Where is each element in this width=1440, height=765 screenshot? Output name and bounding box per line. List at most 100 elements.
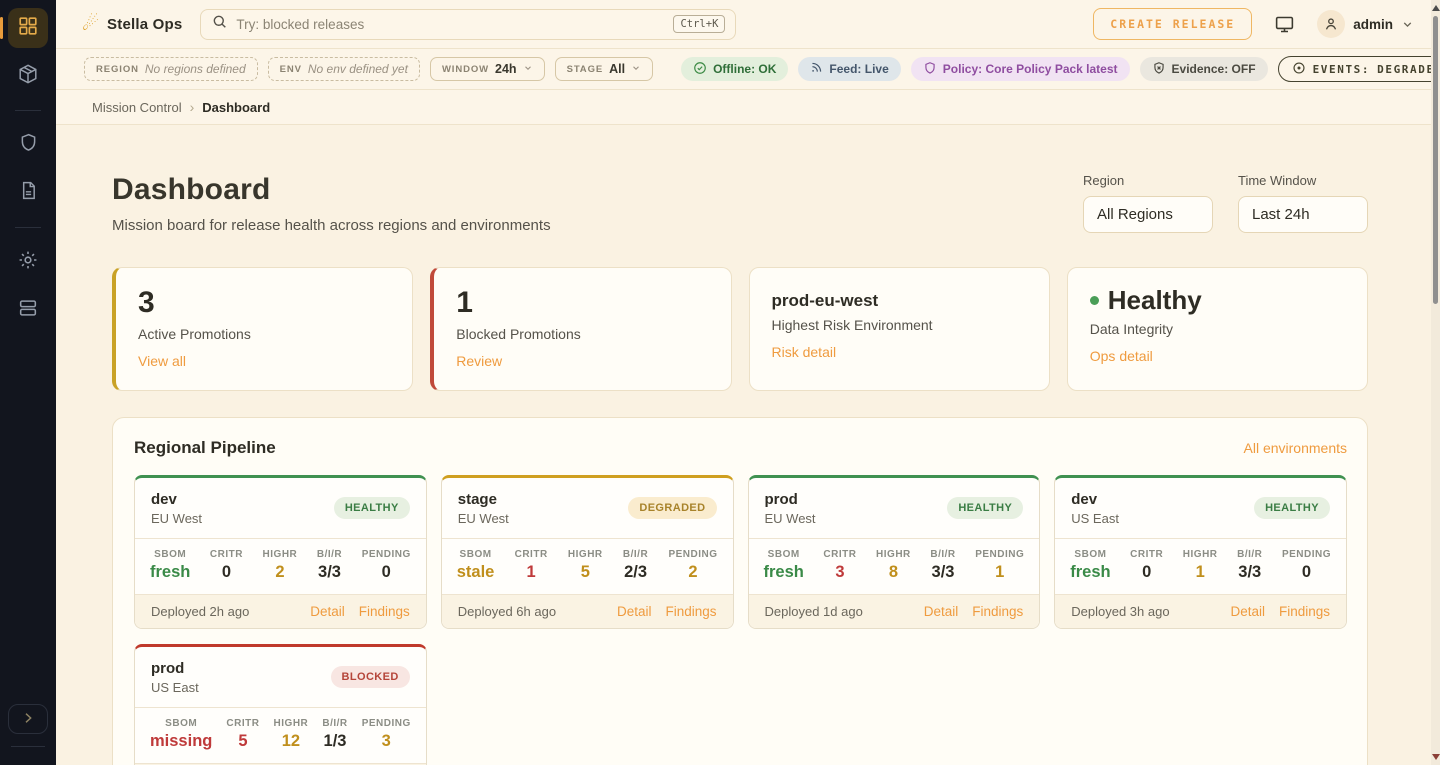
display-mode-button[interactable]: [1274, 14, 1295, 35]
time-window-filter-select[interactable]: Last 24h: [1238, 196, 1368, 233]
stat-value-critr: 5: [226, 732, 259, 751]
offline-status-label: Offline: OK: [713, 62, 776, 76]
env-region: US East: [1071, 511, 1119, 526]
region-context-label: REGION: [96, 64, 139, 75]
search-input[interactable]: [236, 17, 673, 32]
stat-label-bir: B/I/R: [317, 549, 342, 560]
stat-label-sbom: SBOM: [150, 549, 190, 560]
healthy-status-dot: [1090, 296, 1099, 305]
brand-name: Stella Ops: [107, 16, 182, 33]
scroll-up-arrow[interactable]: [1432, 5, 1440, 11]
window-dropdown-label: WINDOW: [442, 64, 489, 75]
stat-value-pending: 2: [668, 563, 717, 582]
sidebar-item-documents[interactable]: [8, 173, 48, 213]
ops-detail-link[interactable]: Ops detail: [1090, 348, 1153, 364]
offline-status-pill: Offline: OK: [681, 57, 788, 81]
status-badge: DEGRADED: [628, 497, 716, 519]
stat-label-bir: B/I/R: [322, 718, 347, 729]
stat-label-pending: PENDING: [1282, 549, 1331, 560]
region-filter-select[interactable]: All Regions: [1083, 196, 1213, 233]
shield-x-icon: [1152, 61, 1166, 78]
view-all-link[interactable]: View all: [138, 353, 186, 369]
env-name: prod: [765, 491, 816, 508]
document-icon: [18, 180, 39, 206]
findings-link[interactable]: Findings: [1279, 604, 1330, 619]
stat-value-bir: 3/3: [930, 563, 955, 582]
pipeline-card-prod-eu-west: prod EU West HEALTHY SBOMfresh CRITR3 HI…: [748, 475, 1041, 629]
sidebar-collapse-button[interactable]: [8, 704, 48, 734]
search-icon: [211, 13, 228, 35]
all-environments-link[interactable]: All environments: [1244, 440, 1348, 456]
window-dropdown-value: 24h: [495, 62, 517, 76]
chevron-down-icon: [631, 62, 641, 76]
region-filter-label: Region: [1083, 173, 1213, 188]
risk-detail-link[interactable]: Risk detail: [772, 344, 837, 360]
create-release-button[interactable]: CREATE RELEASE: [1093, 8, 1252, 40]
breadcrumb-mission-control[interactable]: Mission Control: [92, 100, 182, 115]
stat-value-critr: 0: [210, 563, 243, 582]
rss-icon: [810, 61, 823, 77]
stat-value-critr: 0: [1130, 563, 1163, 582]
feed-status-pill: Feed: Live: [798, 57, 900, 81]
sidebar-item-settings[interactable]: [8, 242, 48, 282]
sidebar-item-security[interactable]: [8, 125, 48, 165]
deployed-time: Deployed 6h ago: [458, 604, 556, 619]
stage-dropdown-label: STAGE: [567, 64, 604, 75]
stat-label-highr: HIGHR: [568, 549, 603, 560]
stat-value-pending: 0: [362, 563, 411, 582]
stat-label-critr: CRITR: [515, 549, 548, 560]
events-badge-label: EVENTS:: [1313, 63, 1371, 76]
stat-label-critr: CRITR: [226, 718, 259, 729]
region-context-pill[interactable]: REGION No regions defined: [84, 57, 258, 81]
env-context-pill[interactable]: ENV No env defined yet: [268, 57, 420, 81]
stat-label-pending: PENDING: [362, 718, 411, 729]
stage-dropdown[interactable]: STAGE All: [555, 57, 654, 81]
deployed-time: Deployed 3h ago: [1071, 604, 1169, 619]
findings-link[interactable]: Findings: [972, 604, 1023, 619]
detail-link[interactable]: Detail: [1230, 604, 1265, 619]
regional-pipeline-panel: Regional Pipeline All environments dev E…: [112, 417, 1368, 765]
active-promotions-count: 3: [138, 287, 390, 319]
findings-link[interactable]: Findings: [665, 604, 716, 619]
top-bar: ☄ Stella Ops Ctrl+K CREATE RELEASE admin: [56, 0, 1440, 48]
stat-label-critr: CRITR: [823, 549, 856, 560]
summary-cards-row: 3 Active Promotions View all 1 Blocked P…: [112, 267, 1368, 391]
highest-risk-card: prod-eu-west Highest Risk Environment Ri…: [749, 267, 1050, 391]
sidebar-item-releases[interactable]: [8, 56, 48, 96]
stat-label-highr: HIGHR: [274, 718, 309, 729]
scrollbar-thumb[interactable]: [1433, 16, 1438, 304]
stat-value-bir: 3/3: [1237, 563, 1262, 582]
status-badge: HEALTHY: [947, 497, 1023, 519]
review-link[interactable]: Review: [456, 353, 502, 369]
shield-icon: [18, 132, 39, 158]
region-context-value: No regions defined: [145, 62, 246, 76]
stat-value-pending: 1: [975, 563, 1024, 582]
vertical-scrollbar[interactable]: [1431, 0, 1440, 765]
breadcrumb-dashboard: Dashboard: [202, 100, 270, 115]
user-avatar: [1317, 10, 1345, 38]
stat-label-highr: HIGHR: [876, 549, 911, 560]
stat-label-sbom: SBOM: [457, 549, 495, 560]
env-name: dev: [1071, 491, 1119, 508]
global-search[interactable]: Ctrl+K: [200, 9, 736, 40]
findings-link[interactable]: Findings: [359, 604, 410, 619]
context-status-bar: REGION No regions defined ENV No env def…: [56, 48, 1440, 90]
detail-link[interactable]: Detail: [924, 604, 959, 619]
detail-link[interactable]: Detail: [310, 604, 345, 619]
stat-label-bir: B/I/R: [623, 549, 648, 560]
stat-label-highr: HIGHR: [1183, 549, 1218, 560]
chevron-down-icon: [523, 62, 533, 76]
stat-value-highr: 2: [263, 563, 298, 582]
stat-value-sbom: fresh: [1070, 563, 1110, 582]
user-name: admin: [1353, 17, 1393, 32]
scroll-down-arrow[interactable]: [1432, 754, 1440, 760]
user-menu[interactable]: admin: [1317, 10, 1414, 38]
highest-risk-label: Highest Risk Environment: [772, 317, 1027, 333]
window-dropdown[interactable]: WINDOW 24h: [430, 57, 545, 81]
sidebar-item-dashboard[interactable]: [8, 8, 48, 48]
detail-link[interactable]: Detail: [617, 604, 652, 619]
data-integrity-label: Data Integrity: [1090, 321, 1345, 337]
sidebar-item-infrastructure[interactable]: [8, 290, 48, 330]
stage-dropdown-value: All: [609, 62, 625, 76]
pipeline-card-stage-eu-west: stage EU West DEGRADED SBOMstale CRITR1 …: [441, 475, 734, 629]
